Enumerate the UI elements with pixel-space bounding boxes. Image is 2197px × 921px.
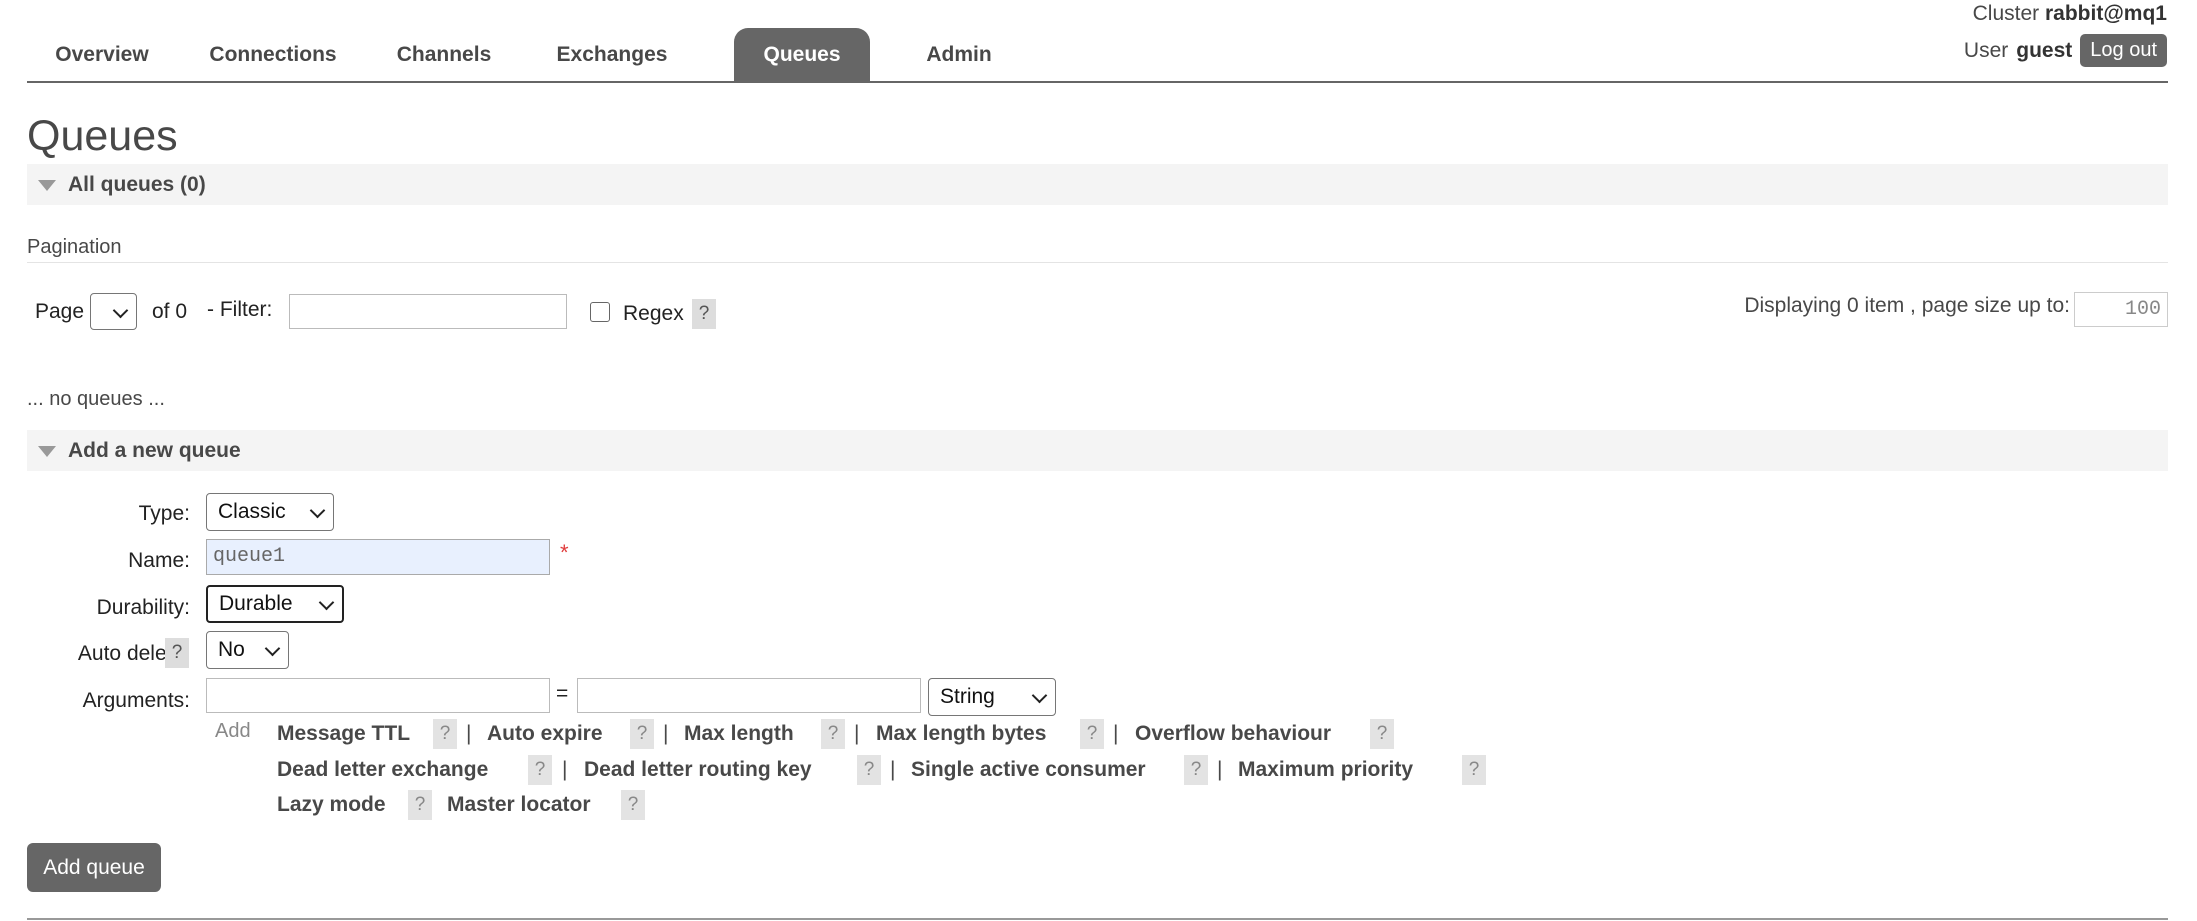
argument-type-select[interactable]: String [928,678,1056,716]
durability-select[interactable]: Durable [206,585,344,623]
regex-label: Regex [623,302,684,325]
tab-exchanges[interactable]: Exchanges [527,28,697,82]
message-ttl-help-icon[interactable]: ? [433,719,457,749]
user-label: User [1963,38,2009,62]
tab-channels[interactable]: Channels [369,28,519,82]
arguments-label: Arguments: [82,689,190,712]
tab-overview[interactable]: Overview [27,28,177,82]
type-label: Type: [138,502,190,525]
single-active-consumer-help-icon[interactable]: ? [1184,755,1208,785]
add-argument-label: Add [215,720,251,742]
arg-link-single-active-consumer[interactable]: Single active consumer [911,758,1146,782]
collapse-triangle-icon [38,180,56,191]
regex-checkbox[interactable] [590,302,610,322]
tab-admin[interactable]: Admin [894,28,1024,82]
separator: | [663,722,669,745]
separator: | [562,758,568,781]
chevron-down-icon [112,302,129,318]
displaying-info: Displaying 0 item , page size up to: [1744,294,2070,317]
add-queue-button[interactable]: Add queue [27,843,161,892]
arg-link-auto-expire[interactable]: Auto expire [487,722,603,746]
regex-help-icon[interactable]: ? [692,299,716,329]
page-count: of 0 [152,300,188,323]
collapse-triangle-icon [38,446,56,457]
arg-link-dead-letter-exchange[interactable]: Dead letter exchange [277,758,488,782]
separator: | [854,722,860,745]
filter-input[interactable] [289,294,567,329]
separator: | [466,722,472,745]
page-title: Queues [27,112,178,160]
type-select[interactable]: Classic [206,493,334,531]
empty-queues-message: ... no queues ... [27,388,165,410]
queue-name-input[interactable]: queue1 [206,539,550,575]
auto-expire-help-icon[interactable]: ? [630,719,654,749]
max-length-help-icon[interactable]: ? [821,719,845,749]
all-queues-section-header[interactable]: All queues (0) [27,164,2168,205]
tab-queues[interactable]: Queues [734,28,870,82]
filter-label: - Filter: [207,298,273,321]
chevron-down-icon [1031,687,1048,704]
cluster-info: Cluster rabbit@mq1 [1973,2,2167,26]
arg-link-max-length-bytes[interactable]: Max length bytes [876,722,1046,746]
user-name: guest [2016,38,2073,62]
arg-link-maximum-priority[interactable]: Maximum priority [1238,758,1413,782]
page-size-input[interactable]: 100 [2074,292,2168,327]
cluster-name: rabbit@mq1 [2045,2,2167,25]
auto-delete-help-icon[interactable]: ? [165,638,189,668]
page-select[interactable] [90,293,137,330]
auto-delete-select[interactable]: No [206,631,289,669]
user-info: User guest Log out [1964,34,2167,67]
all-queues-label: All queues (0) [68,173,206,196]
arg-link-dead-letter-routing-key[interactable]: Dead letter routing key [584,758,812,782]
separator: | [890,758,896,781]
pagination-divider [27,262,2168,263]
durability-label: Durability: [96,596,190,619]
tab-connections[interactable]: Connections [185,28,361,82]
logout-button[interactable]: Log out [2080,34,2167,67]
nav-divider [27,81,2168,83]
separator: | [1113,722,1119,745]
arg-link-lazy-mode[interactable]: Lazy mode [277,793,386,817]
pagination-heading: Pagination [27,236,122,258]
maximum-priority-help-icon[interactable]: ? [1462,755,1486,785]
master-locator-help-icon[interactable]: ? [621,790,645,820]
arg-link-master-locator[interactable]: Master locator [447,793,591,817]
lazy-mode-help-icon[interactable]: ? [408,790,432,820]
add-queue-label: Add a new queue [68,439,241,462]
page-label: Page [35,300,85,323]
max-length-bytes-help-icon[interactable]: ? [1080,719,1104,749]
separator: | [1217,758,1223,781]
cluster-label: Cluster [1972,2,2040,25]
bottom-divider [27,918,2168,920]
argument-key-input[interactable] [206,678,550,713]
arg-link-max-length[interactable]: Max length [684,722,794,746]
argument-value-input[interactable] [577,678,921,713]
form-labels: Type: Name: Durability: Auto delete: Arg… [0,490,190,730]
dead-letter-routing-key-help-icon[interactable]: ? [857,755,881,785]
chevron-down-icon [318,594,335,611]
argument-equals: = [556,682,569,705]
chevron-down-icon [264,640,281,657]
arg-link-overflow-behaviour[interactable]: Overflow behaviour [1135,722,1331,746]
required-indicator: * [560,540,569,565]
name-label: Name: [128,549,190,572]
arg-link-message-ttl[interactable]: Message TTL [277,722,410,746]
overflow-behaviour-help-icon[interactable]: ? [1370,719,1394,749]
dead-letter-exchange-help-icon[interactable]: ? [528,755,552,785]
chevron-down-icon [309,502,326,519]
add-queue-section-header[interactable]: Add a new queue [27,430,2168,471]
